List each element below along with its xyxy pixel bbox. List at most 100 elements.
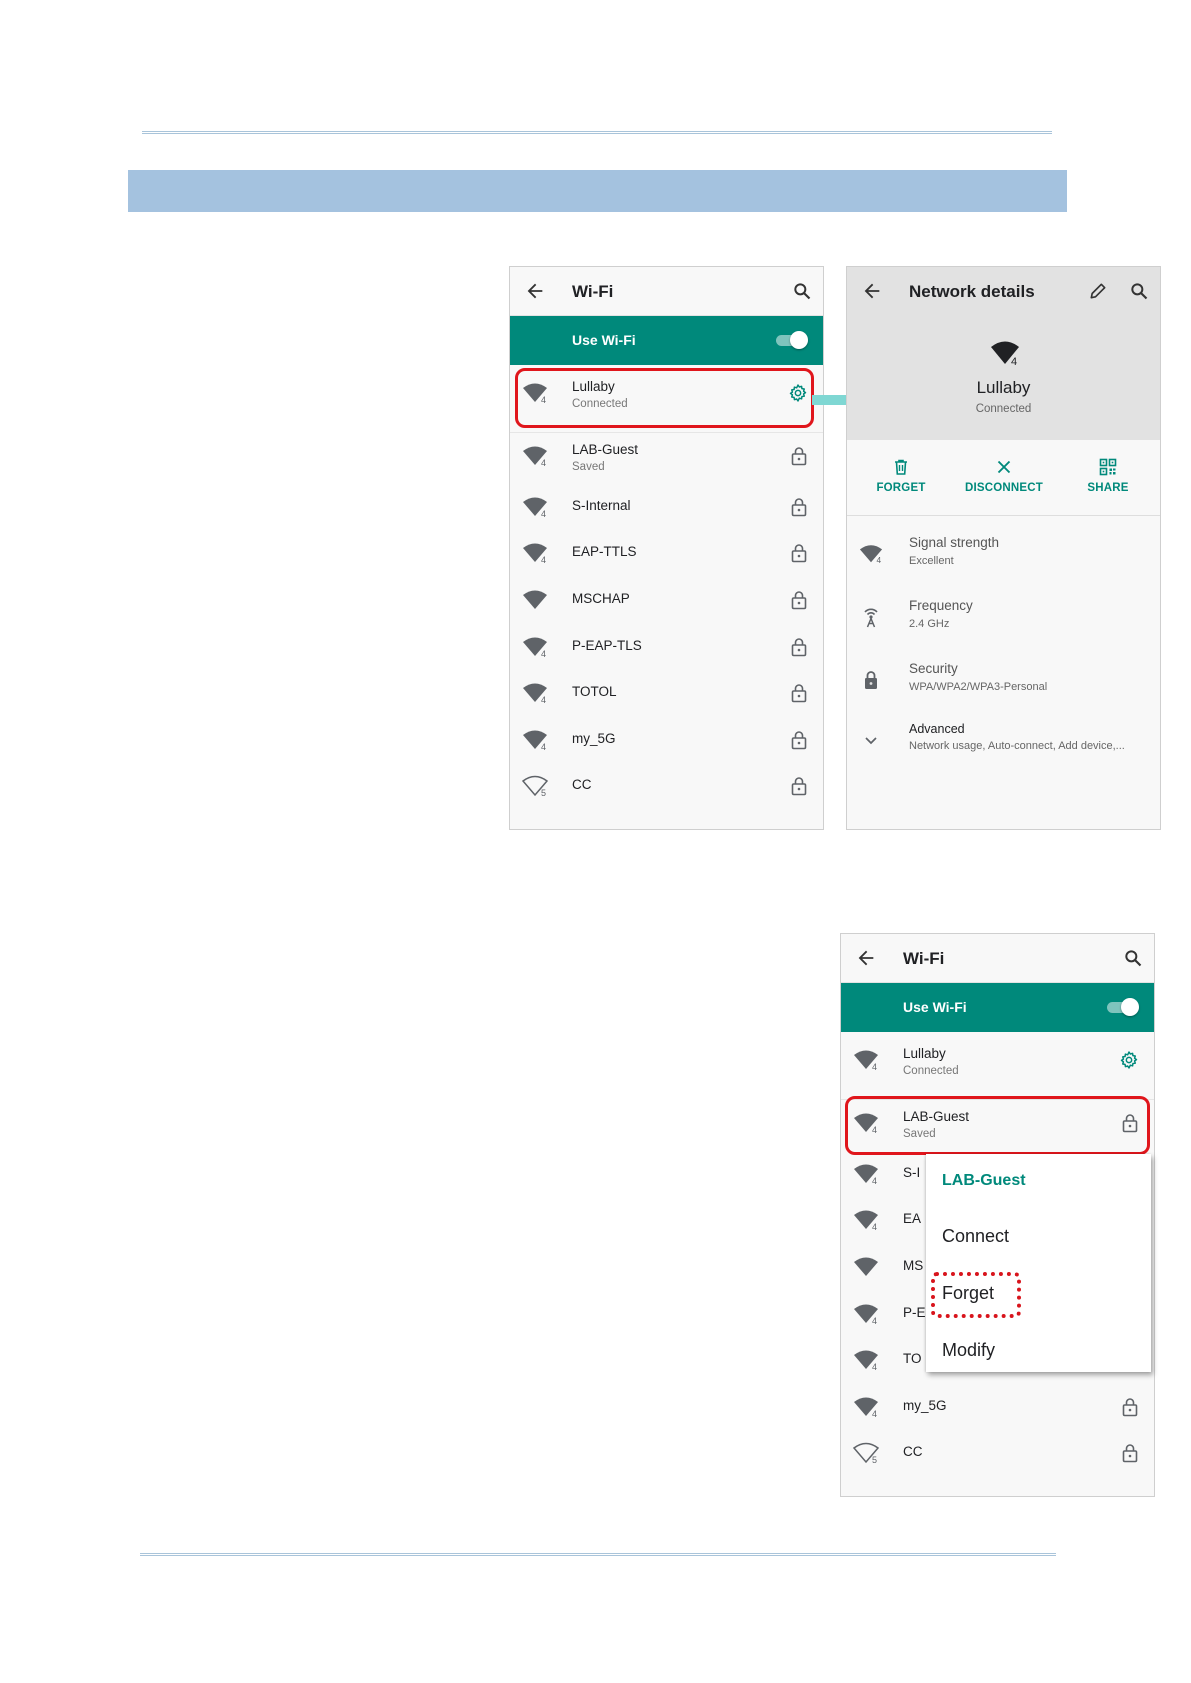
chevron-down-icon [865, 737, 877, 745]
network-name: EAP-TTLS [572, 544, 637, 559]
svg-text:4: 4 [872, 1062, 877, 1071]
wifi-signal-icon: 4 [854, 1397, 878, 1418]
network-row-my-5g[interactable]: 4 my_5G [510, 718, 823, 764]
network-name: P-E [903, 1305, 926, 1320]
page-title: Wi-Fi [572, 282, 614, 301]
pencil-icon[interactable] [1088, 281, 1108, 301]
highlight-box-lullaby [515, 368, 814, 428]
network-row-my-5g[interactable]: 4 my_5G [841, 1385, 1154, 1431]
search-icon[interactable] [1123, 948, 1143, 968]
network-name: TOTOL [572, 684, 617, 699]
lock-icon [1122, 1444, 1138, 1463]
network-status: Saved [572, 461, 605, 473]
lock-icon [791, 638, 807, 657]
search-icon[interactable] [792, 281, 812, 301]
back-arrow-icon[interactable] [524, 280, 546, 302]
network-name: my_5G [903, 1398, 947, 1413]
forget-label: FORGET [876, 482, 926, 494]
app-bar: Wi-Fi [510, 267, 823, 316]
lock-icon [791, 731, 807, 750]
network-context-menu: LAB-Guest Connect Forget Modify [926, 1154, 1151, 1372]
network-name: my_5G [572, 731, 616, 746]
detail-advanced[interactable]: Advanced Network usage, Auto-connect, Ad… [847, 712, 1160, 770]
network-row-totol[interactable]: 4 TOTOL [510, 671, 823, 717]
network-name: P-EAP-TLS [572, 638, 642, 653]
wifi-signal-icon: 4 [854, 1050, 878, 1071]
network-name: S-Internal [572, 498, 631, 513]
detail-value: WPA/WPA2/WPA3-Personal [909, 681, 1048, 693]
lock-icon [791, 777, 807, 796]
back-arrow-icon[interactable] [861, 280, 883, 302]
lock-icon [791, 447, 807, 466]
network-row-p-eap-tls[interactable]: 4 P-EAP-TLS [510, 625, 823, 671]
svg-text:4: 4 [1011, 356, 1017, 366]
use-wifi-row[interactable]: Use Wi-Fi [841, 983, 1154, 1032]
page-title: Wi-Fi [903, 949, 945, 968]
app-bar: Network details [847, 267, 1160, 316]
svg-text:4: 4 [541, 649, 546, 658]
network-row-eap-ttls[interactable]: 4 EAP-TTLS [510, 531, 823, 577]
wifi-signal-icon: 4 [854, 1210, 878, 1231]
section-banner [128, 170, 1067, 212]
wifi-signal-icon: 4 [854, 1164, 878, 1185]
forget-button[interactable]: FORGET [851, 458, 951, 494]
back-arrow-icon[interactable] [855, 947, 877, 969]
wifi-signal-icon: 4 [854, 1304, 878, 1325]
header-rule [142, 131, 1052, 134]
lock-icon [791, 544, 807, 563]
svg-text:4: 4 [877, 555, 882, 565]
network-name: Lullaby [903, 1046, 946, 1061]
gear-icon[interactable] [1119, 1050, 1139, 1070]
disconnect-button[interactable]: DISCONNECT [954, 458, 1054, 494]
network-status: Connected [903, 1065, 959, 1077]
share-button[interactable]: SHARE [1058, 458, 1158, 494]
antenna-icon [864, 608, 878, 628]
share-label: SHARE [1087, 482, 1129, 494]
detail-title: Advanced [909, 722, 965, 736]
detail-title: Security [909, 661, 958, 676]
network-row-lab-guest[interactable]: 4 LAB-Guest Saved [510, 434, 823, 480]
lock-icon [791, 591, 807, 610]
network-name: EA [903, 1211, 922, 1226]
svg-text:5: 5 [872, 1455, 877, 1464]
wifi-outline-icon: 5 [522, 775, 548, 797]
use-wifi-row[interactable]: Use Wi-Fi [510, 316, 823, 365]
menu-item-connect[interactable]: Connect [942, 1226, 1009, 1247]
lock-icon [791, 684, 807, 703]
wifi-signal-icon: 4 [523, 683, 547, 704]
use-wifi-toggle[interactable] [1107, 998, 1139, 1016]
svg-text:4: 4 [872, 1362, 877, 1371]
network-row-lullaby[interactable]: 4 Lullaby Connected [841, 1038, 1154, 1084]
menu-item-modify[interactable]: Modify [942, 1340, 995, 1361]
menu-title: LAB-Guest [942, 1172, 1026, 1189]
wifi-signal-icon: 4 [991, 341, 1019, 366]
network-name: S-I [903, 1165, 921, 1180]
action-bar: FORGET DISCONNECT SHARE [847, 440, 1160, 516]
detail-security: Security WPA/WPA2/WPA3-Personal [847, 651, 1160, 709]
network-row-mschap[interactable]: MSCHAP [510, 578, 823, 624]
network-name: MS [903, 1258, 924, 1273]
use-wifi-toggle[interactable] [776, 331, 808, 349]
svg-text:5: 5 [541, 788, 546, 797]
search-icon[interactable] [1129, 281, 1149, 301]
network-row-cc[interactable]: 5 CC [841, 1431, 1154, 1477]
page-title: Network details [909, 282, 1035, 301]
svg-text:4: 4 [541, 458, 546, 467]
svg-text:4: 4 [872, 1176, 877, 1185]
highlight-box-lab-guest [845, 1096, 1150, 1155]
detail-value: Excellent [909, 555, 954, 567]
svg-text:4: 4 [872, 1316, 877, 1325]
wifi-signal-icon: 4 [523, 446, 547, 467]
network-row-s-internal[interactable]: 4 S-Internal [510, 485, 823, 531]
app-bar: Wi-Fi [841, 934, 1154, 983]
wifi-signal-icon: 4 [523, 543, 547, 564]
svg-text:4: 4 [541, 695, 546, 704]
network-row-cc[interactable]: 5 CC [510, 764, 823, 810]
svg-text:4: 4 [541, 742, 546, 751]
qr-code-icon [1099, 458, 1117, 476]
lock-icon [1122, 1398, 1138, 1417]
wifi-signal-icon: 4 [523, 497, 547, 518]
network-status: Connected [975, 403, 1032, 415]
close-icon [997, 460, 1011, 474]
network-name: TO [903, 1351, 922, 1366]
